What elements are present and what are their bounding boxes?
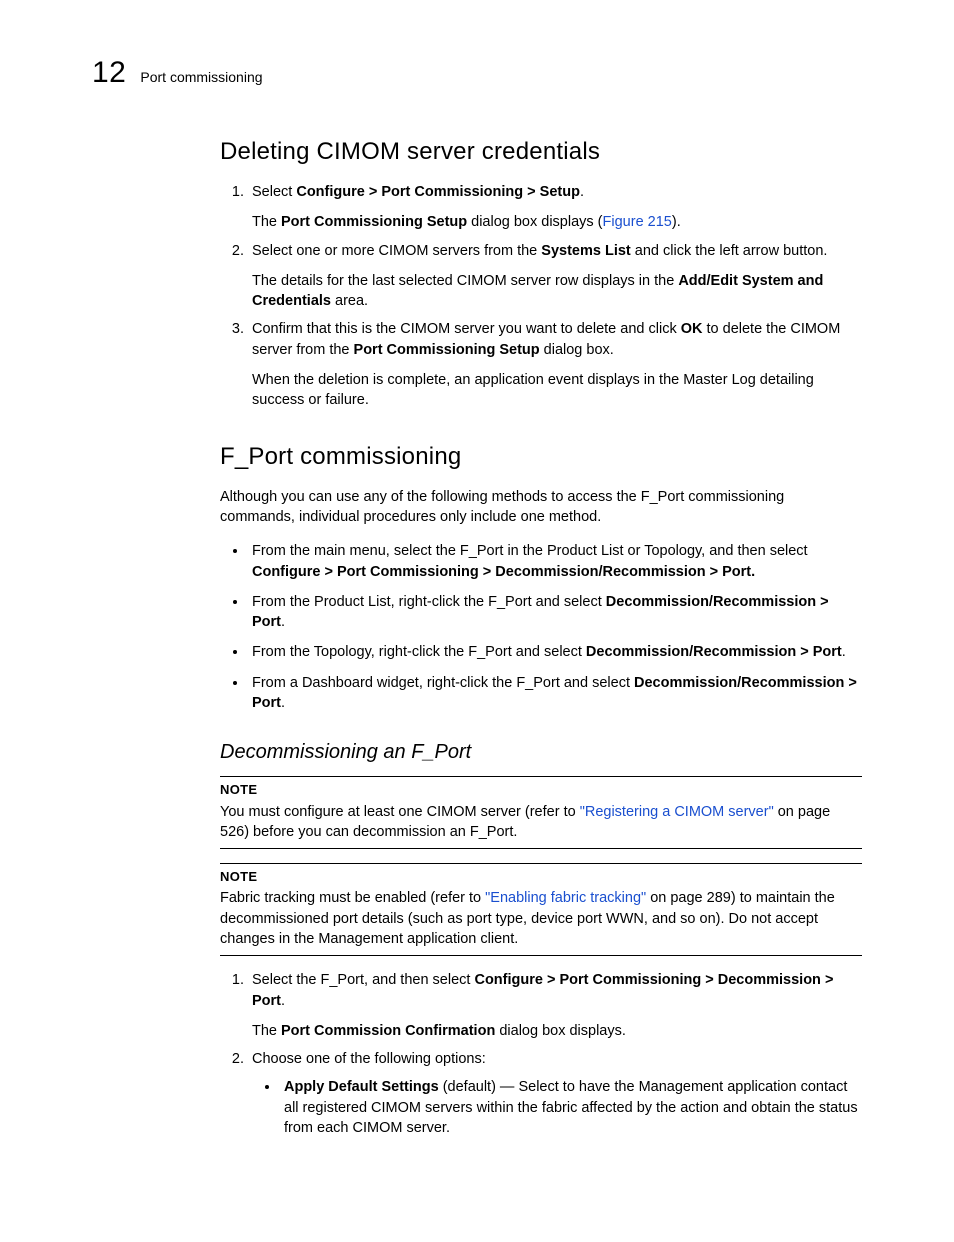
content-body: Deleting CIMOM server credentials Select… <box>92 138 862 1138</box>
dialog-name: Port Commission Confirmation <box>281 1023 495 1039</box>
step-text: Select the F_Port, and then select <box>252 972 474 988</box>
text: . <box>281 614 285 630</box>
step-text: and click the left arrow button. <box>631 243 828 259</box>
menu-path: Decommission/Recommission > Port <box>586 644 842 660</box>
ui-element: Systems List <box>541 243 630 259</box>
text: From the main menu, select the F_Port in… <box>252 543 808 559</box>
note-box: NOTE You must configure at least one CIM… <box>220 776 862 849</box>
text: From the Topology, right-click the F_Por… <box>252 644 586 660</box>
options-list: Apply Default Settings (default) — Selec… <box>252 1077 862 1138</box>
xref-link[interactable]: "Registering a CIMOM server" <box>580 804 774 820</box>
menu-path: Configure > Port Commissioning > Decommi… <box>252 564 755 580</box>
menu-path: Configure > Port Commissioning > Setup <box>296 184 580 200</box>
note-text: You must configure at least one CIMOM se… <box>220 804 580 820</box>
heading-fport-commissioning: F_Port commissioning <box>220 443 862 471</box>
chapter-number: 12 <box>92 56 126 90</box>
text: . <box>281 695 285 711</box>
step-text: Confirm that this is the CIMOM server yo… <box>252 321 681 337</box>
step-result: The Port Commission Confirmation dialog … <box>252 1021 862 1041</box>
list-item: From the main menu, select the F_Port in… <box>248 541 862 582</box>
text: The <box>252 214 281 230</box>
deleting-steps-list: Select Configure > Port Commissioning > … <box>220 182 862 411</box>
step-text: dialog box. <box>540 342 614 358</box>
dialog-name: Port Commissioning Setup <box>281 214 467 230</box>
step-text: . <box>580 184 584 200</box>
page: 12 Port commissioning Deleting CIMOM ser… <box>0 0 954 1242</box>
step-text: Select one or more CIMOM servers from th… <box>252 243 541 259</box>
note-label: NOTE <box>220 781 862 799</box>
text: From a Dashboard widget, right-click the… <box>252 675 634 691</box>
step-result: When the deletion is complete, an applic… <box>252 370 862 411</box>
step-text: Choose one of the following options: <box>252 1051 486 1067</box>
methods-list: From the main menu, select the F_Port in… <box>220 541 862 713</box>
step-text: . <box>281 993 285 1009</box>
text: area. <box>331 293 368 309</box>
step-text: Select <box>252 184 296 200</box>
step-3: Confirm that this is the CIMOM server yo… <box>248 319 862 410</box>
heading-decommissioning-fport: Decommissioning an F_Port <box>220 741 862 764</box>
intro-paragraph: Although you can use any of the followin… <box>220 487 862 528</box>
text: ). <box>672 214 681 230</box>
list-item: Apply Default Settings (default) — Selec… <box>280 1077 862 1138</box>
text: dialog box displays ( <box>467 214 602 230</box>
list-item: From the Topology, right-click the F_Por… <box>248 642 862 662</box>
text: The details for the last selected CIMOM … <box>252 273 678 289</box>
text: dialog box displays. <box>495 1023 626 1039</box>
note-label: NOTE <box>220 868 862 886</box>
step-2: Choose one of the following options: App… <box>248 1049 862 1138</box>
dialog-name: Port Commissioning Setup <box>354 342 540 358</box>
page-header: 12 Port commissioning <box>92 56 862 90</box>
step-1: Select Configure > Port Commissioning > … <box>248 182 862 233</box>
figure-link[interactable]: Figure 215 <box>603 214 672 230</box>
step-1: Select the F_Port, and then select Confi… <box>248 970 862 1041</box>
step-result: The Port Commissioning Setup dialog box … <box>252 212 862 232</box>
button-name: OK <box>681 321 703 337</box>
step-result: The details for the last selected CIMOM … <box>252 271 862 312</box>
text: From the Product List, right-click the F… <box>252 594 606 610</box>
text: . <box>842 644 846 660</box>
xref-link[interactable]: "Enabling fabric tracking" <box>485 890 646 906</box>
list-item: From a Dashboard widget, right-click the… <box>248 673 862 714</box>
text: The <box>252 1023 281 1039</box>
step-2: Select one or more CIMOM servers from th… <box>248 241 862 312</box>
option-name: Apply Default Settings <box>284 1079 439 1095</box>
list-item: From the Product List, right-click the F… <box>248 592 862 633</box>
decommission-steps-list: Select the F_Port, and then select Confi… <box>220 970 862 1138</box>
breadcrumb: Port commissioning <box>140 69 262 85</box>
heading-deleting-cimom: Deleting CIMOM server credentials <box>220 138 862 166</box>
note-text: Fabric tracking must be enabled (refer t… <box>220 890 485 906</box>
note-box: NOTE Fabric tracking must be enabled (re… <box>220 863 862 956</box>
